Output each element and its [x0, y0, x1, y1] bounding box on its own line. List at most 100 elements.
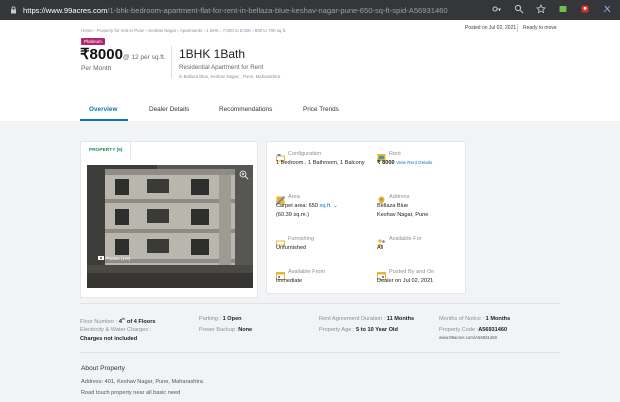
rent-icon [377, 149, 386, 161]
fact-notice-period: Months of Notice : 1 Months [439, 316, 510, 322]
fact-parking: Parking : 1 Open [199, 316, 242, 322]
property-type: Residential Apartment for Rent [179, 64, 264, 71]
configuration-icon [276, 149, 285, 162]
area-label: Area [288, 194, 300, 200]
extension-icon[interactable] [558, 4, 568, 14]
price-period: Per Month [81, 65, 112, 72]
detail-configuration: Configuration 1 Bedroom , 1 Bathroom, 1 … [276, 149, 371, 183]
building-photo [87, 165, 253, 288]
duration-value: 11 Months [386, 316, 415, 322]
fact-charges-value: Charges not included [80, 336, 137, 342]
configuration-value: 1 Bedroom , 1 Bathroom, 1 Balcony [276, 160, 365, 166]
configuration-label: Configuration [288, 151, 322, 157]
price: ₹8000@ 12 per sq.ft. [80, 45, 166, 64]
address-value: Bellaza Blue Keshav Nagar, Pune [377, 202, 472, 220]
detail-furnishing: Furnishing Unfurnished [276, 234, 371, 260]
backup-value: None [238, 327, 253, 333]
posted-by-value: Dealer on Jul 02, 2021 [377, 278, 434, 284]
about-address: Address: 401, Keshav Nagar, Pune, Mahara… [81, 379, 203, 385]
camera-icon [98, 256, 104, 260]
price-amount: ₹8000 [80, 46, 123, 63]
url-path: /1-bhk-bedroom-apartment-flat-for-rent-i… [107, 5, 448, 15]
age-label: Property Age : [319, 327, 355, 333]
detail-address: Address Bellaza Blue Keshav Nagar, Pune [377, 192, 472, 222]
address-bar[interactable]: https://www.99acres.com/1-bhk-bedroom-ap… [23, 6, 463, 15]
address-label: Address [389, 194, 410, 200]
menu-icon[interactable] [602, 4, 612, 14]
lock-icon[interactable] [5, 0, 21, 20]
tab-price-trends[interactable]: Price Trends [303, 102, 363, 121]
tab-recommendations[interactable]: Recommendations [219, 102, 303, 121]
calendar-icon [276, 267, 285, 280]
zoom-icon[interactable] [239, 167, 249, 180]
available-for-label: Available For [389, 236, 422, 242]
furnishing-value: Unfurnished [276, 245, 307, 251]
photo-count-label: Photos (1/6) [105, 256, 131, 261]
property-photo[interactable] [87, 165, 253, 288]
fact-property-code: Property Code :A56931460 [439, 327, 507, 333]
detail-available-for: Available For All [377, 234, 472, 260]
about-address-label: Address: [81, 379, 104, 385]
property-photos-tab[interactable]: PROPERTY (6) [81, 142, 131, 160]
detail-posted-by: Posted By and On Dealer on Jul 02, 2021 [377, 267, 472, 291]
charges-value: Charges not included [80, 336, 138, 342]
tab-dealer-details[interactable]: Dealer Details [149, 102, 219, 121]
available-for-value: All [377, 245, 384, 251]
key-icon[interactable] [492, 4, 502, 14]
detail-area: Area Carpet area: 650 sq.ft. ⌄ (60.39 sq.… [276, 192, 371, 222]
area-icon [276, 192, 285, 205]
view-rent-details-link[interactable]: View Rent Details [396, 160, 432, 165]
star-icon[interactable] [536, 4, 546, 14]
page-title: 1BHK 1Bath [179, 47, 246, 61]
posted-date: Posted on Jul 02, 2021 [465, 25, 517, 31]
divider [171, 46, 172, 78]
fact-property-age: Property Age : 5 to 10 Year Old [319, 327, 398, 333]
furnishing-icon [276, 234, 285, 247]
posted-by-label: Posted By and On [389, 269, 435, 275]
property-photo-card: PROPERTY (6) Photos (1/6) [80, 141, 258, 298]
duration-label: Rent Agreement Duration : [319, 316, 386, 322]
address-icon [377, 192, 386, 205]
tab-bar: Overview Dealer Details Recommendations … [80, 102, 363, 121]
parking-value: 1 Open [222, 316, 242, 322]
property-code-url[interactable]: www.99acres.com/A56931460 [439, 335, 497, 340]
floor-label: Floor Number : [80, 318, 118, 325]
tab-overview[interactable]: Overview [80, 102, 128, 121]
charges-label: Electricity & Water Charges : [80, 327, 152, 333]
divider [80, 303, 560, 304]
property-details-card: Configuration 1 Bedroom , 1 Bathroom, 1 … [266, 141, 466, 294]
price-per-sqft: @ 12 per sq.ft. [122, 54, 166, 61]
area-sqm: (60.39 sq.m.) [276, 211, 309, 218]
profile-icon[interactable] [580, 4, 590, 14]
browser-toolbar: https://www.99acres.com/1-bhk-bedroom-ap… [0, 0, 620, 20]
available-from-label: Available From [288, 269, 326, 275]
rent-label: Rent [389, 151, 401, 157]
search-icon[interactable] [514, 4, 524, 14]
property-location: in Bellaza Blue, Keshav Nagar, , Pune, M… [179, 74, 281, 79]
about-address-value: 401, Keshav Nagar, Pune, Maharashtra [104, 379, 203, 385]
furnishing-label: Furnishing [288, 236, 315, 242]
address-line1: Bellaza Blue [377, 203, 409, 209]
fact-power-backup: Power Backup :None [199, 327, 252, 333]
rent-amount: ₹ 8000 [377, 160, 395, 166]
notice-label: Months of Notice : [439, 316, 485, 322]
code-value: A56931460 [478, 327, 508, 333]
fact-electricity-water: Electricity & Water Charges : [80, 327, 151, 333]
detail-available-from: Available From Immediate [276, 267, 371, 291]
detail-rent: Rent ₹ 8000 View Rent Details [377, 149, 472, 177]
code-label: Property Code : [439, 327, 479, 333]
breadcrumb[interactable]: Home › Property for rent in Pune › Kesha… [81, 28, 286, 33]
divider [517, 24, 518, 32]
possession-status: Ready to move [523, 25, 557, 31]
backup-label: Power Backup : [199, 327, 239, 333]
platinum-badge: Platinum [81, 38, 105, 45]
area-unit-dropdown[interactable]: sq.ft. [320, 203, 332, 209]
url-host: https://www.99acres.com [23, 5, 108, 15]
chevron-down-icon[interactable]: ⌄ [332, 203, 338, 209]
photo-count[interactable]: Photos (1/6) [98, 255, 130, 261]
area-value: Carpet area: 650 sq.ft. ⌄ (60.39 sq.m.) [276, 202, 371, 220]
property-header: Home › Property for rent in Pune › Kesha… [0, 20, 620, 121]
address-line2: Keshav Nagar, Pune [377, 211, 429, 218]
floor-suffix: th [122, 316, 126, 321]
floor-total: of 4 Floors [126, 318, 156, 325]
